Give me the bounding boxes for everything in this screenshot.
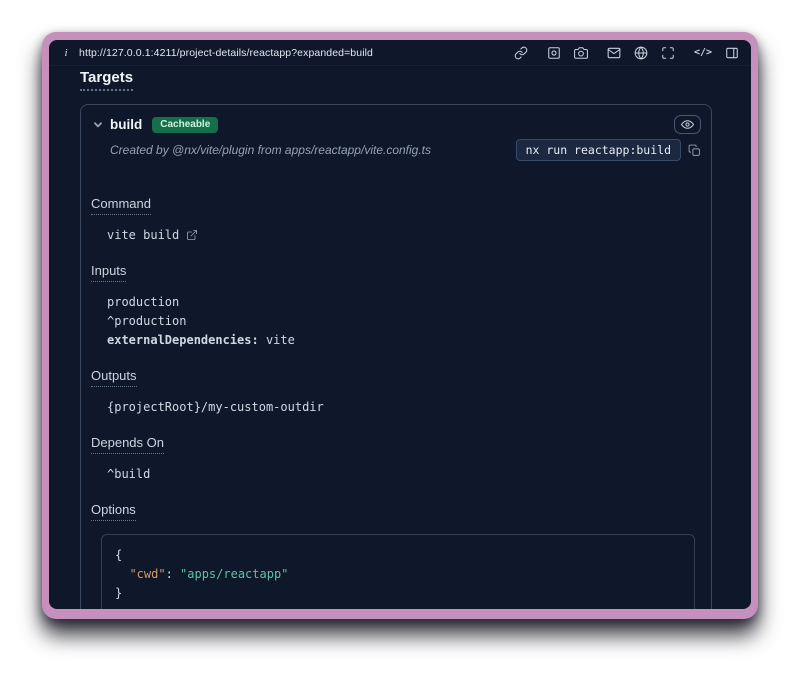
target-card-build: build Cacheable Created by @nx/vite/plug… bbox=[80, 104, 712, 609]
command-section-label: Command bbox=[91, 196, 151, 215]
cacheable-badge: Cacheable bbox=[152, 117, 218, 133]
external-deps-key: externalDependencies: bbox=[107, 333, 259, 347]
json-close-brace: } bbox=[115, 586, 122, 600]
build-card-subheader: Created by @nx/vite/plugin from apps/rea… bbox=[81, 137, 711, 171]
code-icon[interactable]: </> bbox=[694, 45, 712, 60]
browser-window: i http://127.0.0.1:4211/project-details/… bbox=[42, 32, 758, 619]
depends-on-value: ^build bbox=[107, 467, 699, 481]
run-command-chip: nx run reactapp:build bbox=[516, 139, 681, 161]
mail-icon[interactable] bbox=[607, 45, 622, 60]
capture-icon[interactable] bbox=[547, 45, 562, 60]
expand-icon[interactable] bbox=[661, 45, 676, 60]
address-toolbar: i http://127.0.0.1:4211/project-details/… bbox=[49, 40, 751, 66]
link-icon[interactable] bbox=[514, 45, 529, 60]
address-url[interactable]: http://127.0.0.1:4211/project-details/re… bbox=[79, 47, 373, 59]
external-link-icon[interactable] bbox=[186, 229, 198, 241]
command-value: vite build bbox=[107, 228, 179, 242]
input-item: ^production bbox=[107, 314, 699, 328]
build-card-header[interactable]: build Cacheable bbox=[81, 105, 711, 137]
json-value-cwd: "apps/reactapp" bbox=[180, 567, 288, 581]
panel-icon[interactable] bbox=[724, 45, 739, 60]
target-name-build: build bbox=[110, 117, 142, 132]
targets-heading: Targets bbox=[80, 69, 133, 91]
depends-on-section-label: Depends On bbox=[91, 435, 164, 454]
outputs-value: {projectRoot}/my-custom-outdir bbox=[107, 400, 699, 414]
globe-icon[interactable] bbox=[634, 45, 649, 60]
json-separator: : bbox=[166, 567, 180, 581]
build-card-body: Command vite build Inputs production ^pr… bbox=[81, 171, 711, 609]
outputs-section-label: Outputs bbox=[91, 368, 137, 387]
json-open-brace: { bbox=[115, 548, 122, 562]
camera-icon[interactable] bbox=[574, 45, 589, 60]
options-section-label: Options bbox=[91, 502, 136, 521]
json-indent bbox=[115, 567, 129, 581]
inputs-section-label: Inputs bbox=[91, 263, 126, 282]
copy-icon[interactable] bbox=[688, 144, 701, 157]
created-by-text: Created by @nx/vite/plugin from apps/rea… bbox=[110, 143, 431, 157]
options-code-block: { "cwd": "apps/reactapp" } bbox=[101, 534, 695, 609]
app-screen: i http://127.0.0.1:4211/project-details/… bbox=[49, 40, 751, 609]
input-external-deps: externalDependencies: vite bbox=[107, 333, 699, 347]
json-key-cwd: "cwd" bbox=[129, 567, 165, 581]
external-deps-value: vite bbox=[259, 333, 295, 347]
input-item: production bbox=[107, 295, 699, 309]
toolbar-icons: </> bbox=[502, 45, 739, 60]
command-value-row: vite build bbox=[107, 228, 699, 242]
chevron-down-icon[interactable] bbox=[93, 120, 103, 130]
info-icon[interactable]: i bbox=[61, 47, 71, 59]
eye-icon[interactable] bbox=[674, 115, 701, 134]
project-details-content: Targets build Cacheable Created by @nx/v… bbox=[49, 66, 751, 609]
